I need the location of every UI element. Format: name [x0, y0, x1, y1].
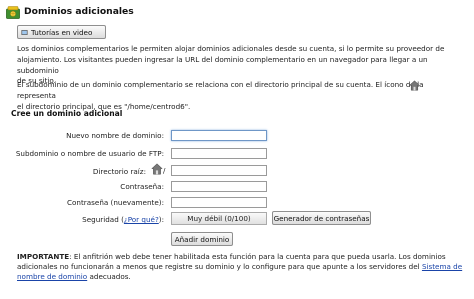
security-paren-close: ): [158, 215, 164, 224]
notice-line: : El anfitrión web debe tener habilitada… [69, 252, 446, 261]
password-input[interactable] [171, 181, 267, 192]
root-directory-label: Directorio raíz: [92, 167, 146, 176]
password-label: Contraseña: [120, 182, 164, 191]
video-icon [21, 29, 28, 35]
password-generator-button[interactable]: Generador de contraseñas [272, 211, 371, 225]
security-text: Seguridad [82, 215, 119, 224]
section-title: Cree un dominio adicional [11, 109, 123, 118]
intro-line: Los dominios complementarios le permiten… [17, 44, 445, 53]
new-domain-input[interactable] [171, 130, 267, 141]
video-tutorials-button[interactable]: Tutorías en video [17, 25, 106, 39]
password-strength-meter: Muy débil (0/100) [171, 212, 267, 225]
page-title: Dominios adicionales [24, 6, 134, 17]
house-icon [409, 80, 420, 91]
why-link[interactable]: ¿Por qué? [124, 215, 159, 224]
video-tutorials-label: Tutorías en video [31, 27, 93, 37]
root-directory-input[interactable] [171, 165, 267, 176]
notice-line: adecuados. [89, 272, 131, 282]
security-label: Seguridad (¿Por qué?): [14, 215, 164, 224]
important-notice: IMPORTANTE: El anfitrión web debe tener … [17, 252, 467, 283]
add-domain-button[interactable]: Añadir dominio [171, 232, 233, 246]
house-icon [151, 163, 163, 175]
domains-icon [6, 6, 20, 19]
root-slash: / [163, 166, 166, 175]
subdomain-input[interactable] [171, 148, 267, 159]
intro-line: alojamiento. Los visitantes pueden ingre… [17, 54, 428, 75]
new-domain-label: Nuevo nombre de dominio: [66, 131, 164, 140]
dns-link[interactable]: nombre de dominio [17, 272, 87, 281]
password-confirm-label: Contraseña (nuevamente): [67, 198, 164, 207]
notice-bold: IMPORTANTE [17, 252, 70, 261]
password-confirm-input[interactable] [171, 197, 267, 208]
password-strength-text: Muy débil (0/100) [187, 214, 251, 223]
notice-line: adicionales no funcionarán a menos que r… [17, 262, 420, 272]
relation-paragraph: El subdominio de un dominio complementar… [17, 80, 465, 112]
dns-link[interactable]: Sistema de [422, 262, 462, 271]
relation-line: El subdominio de un dominio complementar… [17, 80, 424, 89]
subdomain-label: Subdominio o nombre de usuario de FTP: [15, 149, 164, 158]
relation-line-tail: representa [17, 90, 56, 100]
